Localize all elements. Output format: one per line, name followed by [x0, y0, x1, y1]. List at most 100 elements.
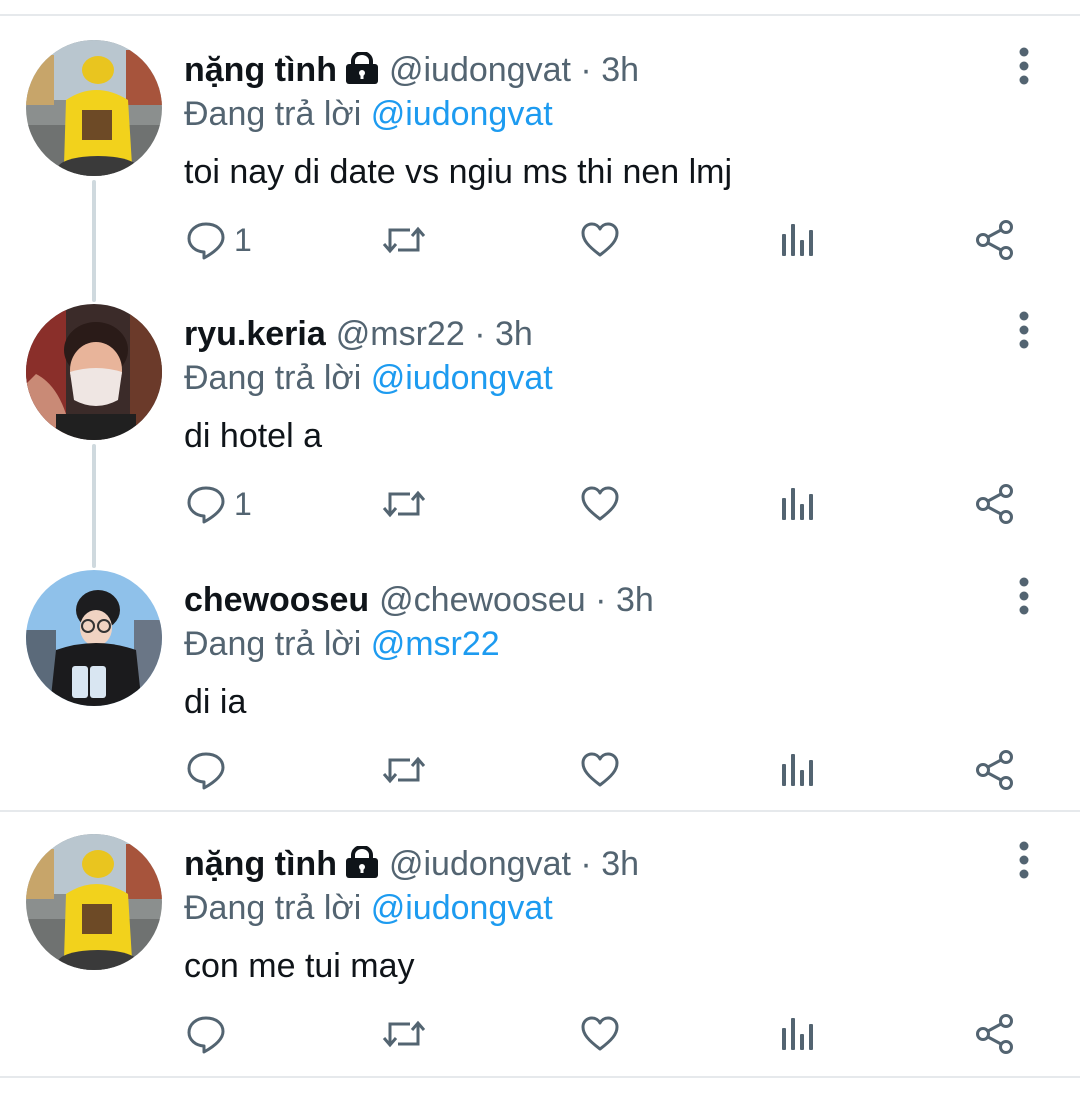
retweet-icon [380, 484, 428, 524]
top-divider [0, 14, 1080, 16]
heart-icon [580, 750, 620, 790]
tweet[interactable]: nặng tình @iudongvat · 3h Đang trả lời @i… [0, 40, 1080, 300]
retweet-icon [380, 220, 428, 260]
views-button[interactable] [780, 474, 816, 534]
tweet[interactable]: chewooseu @chewooseu · 3h Đang trả lời @m… [0, 570, 1080, 830]
display-name[interactable]: nặng tình [184, 845, 337, 883]
reply-icon [186, 750, 226, 790]
like-button[interactable] [580, 740, 620, 800]
tweet-actions [0, 1004, 1080, 1064]
tweet-header: nặng tình @iudongvat · 3h [184, 48, 639, 92]
like-button[interactable] [580, 474, 620, 534]
reply-icon [186, 484, 226, 524]
replying-to: Đang trả lời @iudongvat [184, 886, 553, 930]
lock-icon [345, 845, 379, 889]
share-icon [974, 219, 1016, 261]
reply-button[interactable]: 1 [186, 474, 252, 534]
reply-mention-link[interactable]: @iudongvat [371, 889, 553, 927]
avatar-person-in-chair-image [26, 570, 162, 706]
analytics-icon [780, 484, 816, 524]
replying-to: Đang trả lời @iudongvat [184, 92, 553, 136]
avatar[interactable] [26, 304, 162, 440]
avatar-masked-person-image [26, 304, 162, 440]
retweet-icon [380, 1014, 428, 1054]
user-handle[interactable]: @chewooseu [379, 581, 586, 619]
tweet[interactable]: ryu.keria @msr22 · 3h Đang trả lời @iudon… [0, 304, 1080, 564]
reply-mention-link[interactable]: @msr22 [371, 625, 500, 663]
avatar-yellow-shirt-rider-image [26, 40, 162, 176]
replying-to-label: Đang trả lời [184, 95, 362, 133]
tweet[interactable]: nặng tình @iudongvat · 3h Đang trả lời @i… [0, 834, 1080, 1094]
user-handle[interactable]: @msr22 [336, 315, 465, 353]
separator-dot: · [595, 581, 607, 619]
tweet-header: ryu.keria @msr22 · 3h [184, 312, 533, 356]
tweet-divider [0, 810, 1080, 812]
reply-icon [186, 1014, 226, 1054]
timestamp[interactable]: 3h [495, 315, 533, 353]
tweet-header: nặng tình @iudongvat · 3h [184, 842, 639, 886]
heart-icon [580, 220, 620, 260]
user-handle[interactable]: @iudongvat [389, 51, 571, 89]
replying-to: Đang trả lời @iudongvat [184, 356, 553, 400]
tweet-text: di ia [184, 683, 247, 721]
reply-button[interactable]: 1 [186, 210, 252, 270]
share-button[interactable] [974, 474, 1016, 534]
share-icon [974, 749, 1016, 791]
timestamp[interactable]: 3h [616, 581, 654, 619]
replying-to: Đang trả lời @msr22 [184, 622, 500, 666]
tweet-actions: 1 [0, 474, 1080, 534]
analytics-icon [780, 1014, 816, 1054]
like-button[interactable] [580, 1004, 620, 1064]
more-options-icon[interactable] [1008, 46, 1040, 86]
avatar-yellow-shirt-rider-image [26, 834, 162, 970]
views-button[interactable] [780, 1004, 816, 1064]
analytics-icon [780, 220, 816, 260]
tweet-actions [0, 740, 1080, 800]
separator-dot: · [474, 315, 486, 353]
display-name[interactable]: nặng tình [184, 51, 337, 89]
share-button[interactable] [974, 1004, 1016, 1064]
retweet-button[interactable] [380, 210, 428, 270]
timestamp[interactable]: 3h [601, 845, 639, 883]
retweet-icon [380, 750, 428, 790]
more-options-icon[interactable] [1008, 840, 1040, 880]
separator-dot: · [580, 51, 592, 89]
more-options-icon[interactable] [1008, 310, 1040, 350]
lock-icon [345, 51, 379, 95]
more-options-icon[interactable] [1008, 576, 1040, 616]
reply-count: 1 [234, 221, 252, 258]
reply-button[interactable] [186, 1004, 234, 1064]
retweet-button[interactable] [380, 740, 428, 800]
avatar[interactable] [26, 834, 162, 970]
display-name[interactable]: chewooseu [184, 581, 369, 619]
tweet-text: di hotel a [184, 417, 322, 455]
share-button[interactable] [974, 740, 1016, 800]
tweet-header: chewooseu @chewooseu · 3h [184, 578, 654, 622]
avatar[interactable] [26, 570, 162, 706]
tweet-actions: 1 [0, 210, 1080, 270]
retweet-button[interactable] [380, 1004, 428, 1064]
tweet-text: con me tui may [184, 947, 415, 985]
share-icon [974, 1013, 1016, 1055]
like-button[interactable] [580, 210, 620, 270]
avatar[interactable] [26, 40, 162, 176]
replying-to-label: Đang trả lời [184, 889, 362, 927]
views-button[interactable] [780, 740, 816, 800]
reply-mention-link[interactable]: @iudongvat [371, 359, 553, 397]
reply-icon [186, 220, 226, 260]
replying-to-label: Đang trả lời [184, 359, 362, 397]
timestamp[interactable]: 3h [601, 51, 639, 89]
views-button[interactable] [780, 210, 816, 270]
display-name[interactable]: ryu.keria [184, 315, 326, 353]
reply-mention-link[interactable]: @iudongvat [371, 95, 553, 133]
replying-to-label: Đang trả lời [184, 625, 362, 663]
reply-button[interactable] [186, 740, 234, 800]
retweet-button[interactable] [380, 474, 428, 534]
analytics-icon [780, 750, 816, 790]
reply-count: 1 [234, 485, 252, 522]
share-button[interactable] [974, 210, 1016, 270]
heart-icon [580, 1014, 620, 1054]
user-handle[interactable]: @iudongvat [389, 845, 571, 883]
share-icon [974, 483, 1016, 525]
separator-dot: · [580, 845, 592, 883]
